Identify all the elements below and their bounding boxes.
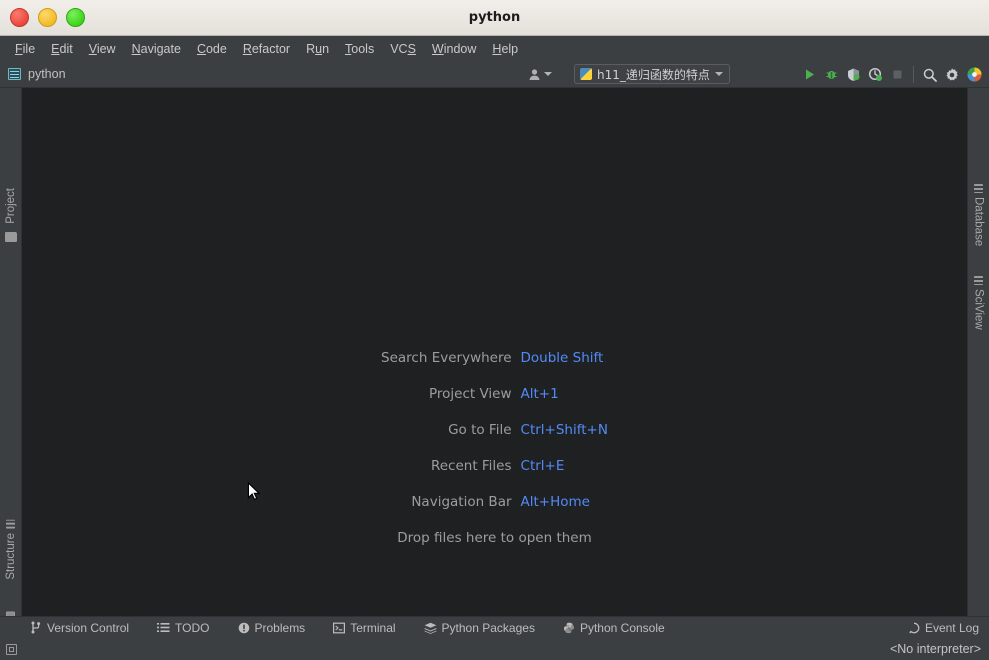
tool-window-label: Python Console — [579, 620, 665, 635]
tool-window-bar: Version Control TODO Problems Terminal Pytho… — [0, 616, 989, 638]
status-bar: <No interpreter> — [0, 638, 989, 660]
drop-files-hint: Drop files here to open them — [397, 530, 592, 546]
tool-window-terminal[interactable]: Terminal — [333, 620, 396, 635]
bug-icon — [826, 71, 836, 79]
right-tool-rail: Database SciView — [967, 88, 989, 616]
tool-window-label: Terminal — [350, 620, 396, 635]
settings-button[interactable] — [941, 64, 963, 86]
exclamation-icon — [238, 622, 250, 634]
stop-button — [886, 64, 908, 86]
tool-window-label: Problems — [254, 620, 306, 635]
colorful-icon — [967, 67, 981, 82]
chevron-down-icon — [714, 72, 723, 76]
search-icon — [923, 68, 937, 82]
menu-vcs[interactable]: VCS — [382, 40, 424, 58]
event-log-label: Event Log — [924, 620, 979, 635]
breadcrumb-label: python — [28, 67, 66, 81]
project-icon — [5, 232, 17, 242]
toolbar-separator — [913, 66, 914, 83]
interpreter-status[interactable]: <No interpreter> — [890, 642, 981, 656]
menu-edit[interactable]: Edit — [43, 40, 81, 58]
sidebar-item-database[interactable]: Database — [973, 184, 985, 246]
tool-window-problems[interactable]: Problems — [238, 620, 306, 635]
tool-window-python-packages[interactable]: Python Packages — [424, 621, 535, 635]
list-icon — [157, 622, 170, 633]
toolbar-actions — [798, 61, 989, 88]
hint-shortcut: Ctrl+Shift+N — [520, 422, 608, 438]
menu-refactor[interactable]: Refactor — [235, 40, 298, 58]
menu-run[interactable]: Run — [298, 40, 337, 58]
sidebar-item-sciview[interactable]: SciView — [973, 276, 985, 330]
hint-label: Go to File — [448, 422, 512, 438]
packages-icon — [424, 622, 437, 634]
hint-shortcut: Ctrl+E — [520, 458, 565, 474]
gear-icon — [946, 67, 958, 80]
database-icon — [974, 184, 983, 193]
terminal-icon — [333, 622, 346, 634]
hint-shortcut: Double Shift — [520, 350, 604, 366]
coverage-button[interactable] — [842, 64, 864, 86]
tool-window-python-console[interactable]: Python Console — [563, 621, 665, 635]
layout-widget-icon[interactable] — [6, 643, 17, 655]
search-button[interactable] — [919, 64, 941, 86]
main-toolbar: python h11_递归函数的特点 — [0, 61, 989, 88]
hint-label: Search Everywhere — [381, 350, 512, 366]
breadcrumb[interactable]: python — [8, 67, 66, 81]
editor-area[interactable]: Search Everywhere Double Shift Project Vie… — [22, 88, 967, 616]
menu-window[interactable]: Window — [424, 40, 484, 58]
user-profile-button[interactable] — [528, 68, 552, 81]
plugins-button[interactable] — [963, 64, 985, 86]
tool-window-label: TODO — [175, 620, 210, 635]
profile-button[interactable] — [864, 64, 886, 86]
sidebar-item-project[interactable]: Project — [5, 188, 17, 224]
hint-shortcut: Alt+1 — [520, 386, 559, 402]
sidebar-item-label: Database — [972, 197, 985, 247]
debug-button[interactable] — [820, 64, 842, 86]
menu-navigate[interactable]: Navigate — [124, 40, 189, 58]
python-file-icon — [580, 68, 592, 80]
run-button[interactable] — [798, 64, 820, 86]
menu-help[interactable]: Help — [484, 40, 526, 58]
branch-icon — [30, 621, 42, 634]
sciview-icon — [974, 276, 983, 285]
coverage-icon — [847, 68, 859, 81]
sidebar-item-structure[interactable]: Structure — [5, 520, 17, 580]
run-configuration-name: h11_递归函数的特点 — [597, 67, 710, 82]
menu-code[interactable]: Code — [189, 40, 235, 58]
sidebar-item-label: Structure — [4, 533, 17, 580]
stop-icon — [893, 70, 901, 79]
hint-label: Recent Files — [430, 458, 512, 474]
tool-window-label: Version Control — [47, 620, 130, 635]
chevron-down-icon — [544, 72, 552, 76]
menu-bar: File Edit View Navigate Code Refactor Run Tools… — [0, 36, 989, 61]
hint-shortcut: Alt+Home — [520, 494, 590, 510]
tool-window-label: Python Packages — [441, 620, 535, 635]
pycharm-window: python File Edit View Navigate Code Refactor R… — [0, 0, 989, 660]
profiler-icon — [868, 67, 882, 81]
window-title: python — [468, 10, 521, 25]
workspace: Project Structure Bookmarks Search Every… — [0, 88, 989, 660]
sidebar-item-label: SciView — [972, 289, 985, 330]
user-profile-icon — [529, 68, 540, 80]
hint-label: Navigation Bar — [411, 494, 512, 510]
menu-file[interactable]: File — [7, 40, 43, 58]
tool-window-version-control[interactable]: Version Control — [30, 621, 129, 635]
structure-icon — [6, 520, 15, 529]
left-tool-rail: Project Structure Bookmarks — [0, 88, 22, 660]
tool-window-todo[interactable]: TODO — [157, 620, 210, 635]
title-bar: python — [0, 0, 989, 36]
hint-label: Project View — [429, 386, 512, 402]
sidebar-item-label: Project — [4, 188, 17, 224]
run-configuration-selector[interactable]: h11_递归函数的特点 — [574, 64, 730, 84]
menu-tools[interactable]: Tools — [337, 40, 382, 58]
play-icon — [805, 69, 814, 80]
editor-hints: Search Everywhere Double Shift Project Vie… — [22, 340, 967, 556]
event-log-icon — [909, 622, 920, 633]
event-log-button[interactable]: Event Log — [908, 621, 979, 635]
menu-view[interactable]: View — [81, 40, 124, 58]
python-console-icon — [563, 622, 575, 634]
project-module-icon — [8, 68, 21, 80]
